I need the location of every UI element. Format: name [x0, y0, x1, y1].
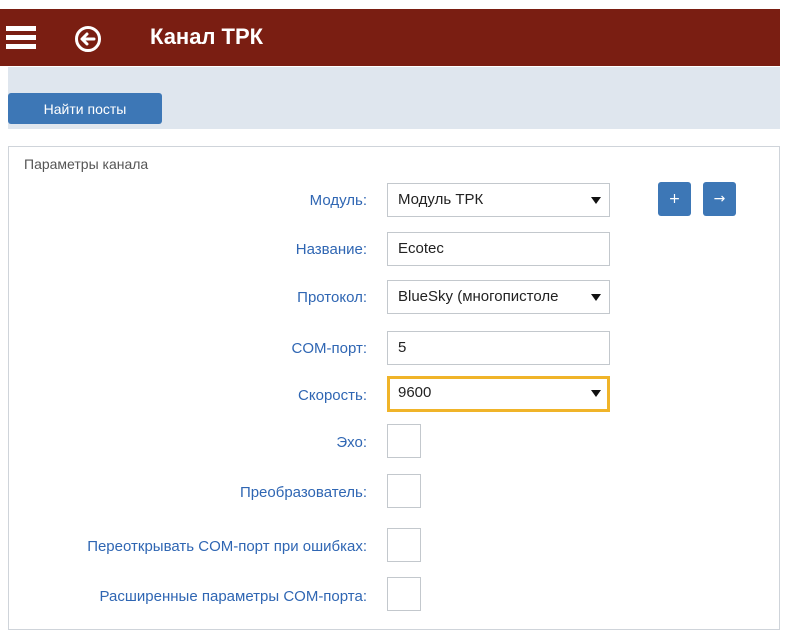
- echo-checkbox[interactable]: [387, 424, 421, 458]
- find-posts-button[interactable]: Найти посты: [8, 93, 162, 124]
- channel-parameters-panel: Параметры канала Модуль: Модуль ТРК + → …: [8, 146, 780, 630]
- com-port-label: COM-порт:: [291, 340, 367, 357]
- toolbar: Найти посты: [8, 67, 780, 129]
- app-window: Канал ТРК Найти посты Параметры канала М…: [0, 0, 793, 634]
- protocol-value: BlueSky (многопистоле: [398, 288, 559, 305]
- reopen-com-label: Переоткрывать COM-порт при ошибках:: [87, 538, 367, 555]
- speed-value: 9600: [398, 384, 432, 401]
- dropdown-arrow-icon: [591, 294, 601, 301]
- extended-com-label: Расширенные параметры COM-порта:: [99, 588, 367, 605]
- reopen-com-checkbox[interactable]: [387, 528, 421, 562]
- panel-title: Параметры канала: [24, 156, 149, 172]
- back-arrow-circle-icon[interactable]: [74, 25, 102, 53]
- add-module-button[interactable]: +: [658, 182, 691, 216]
- module-label: Модуль:: [309, 192, 367, 209]
- com-port-input[interactable]: 5: [387, 331, 610, 365]
- converter-label: Преобразователь:: [239, 484, 367, 501]
- protocol-select[interactable]: BlueSky (многопистоле: [387, 280, 610, 314]
- protocol-label: Протокол:: [297, 289, 367, 306]
- extended-com-checkbox[interactable]: [387, 577, 421, 611]
- speed-select[interactable]: 9600: [387, 376, 610, 412]
- dropdown-arrow-icon: [591, 197, 601, 204]
- go-module-button[interactable]: →: [703, 182, 736, 216]
- converter-checkbox[interactable]: [387, 474, 421, 508]
- header-bar: Канал ТРК: [0, 9, 780, 66]
- name-input[interactable]: Ecotec: [387, 232, 610, 266]
- page-title: Канал ТРК: [150, 24, 264, 49]
- dropdown-arrow-icon: [591, 390, 601, 397]
- module-value: Модуль ТРК: [398, 191, 484, 208]
- echo-label: Эхо:: [336, 434, 367, 451]
- speed-label: Скорость:: [298, 387, 367, 404]
- hamburger-menu-icon[interactable]: [6, 26, 36, 50]
- module-select[interactable]: Модуль ТРК: [387, 183, 610, 217]
- name-label: Название:: [295, 241, 367, 258]
